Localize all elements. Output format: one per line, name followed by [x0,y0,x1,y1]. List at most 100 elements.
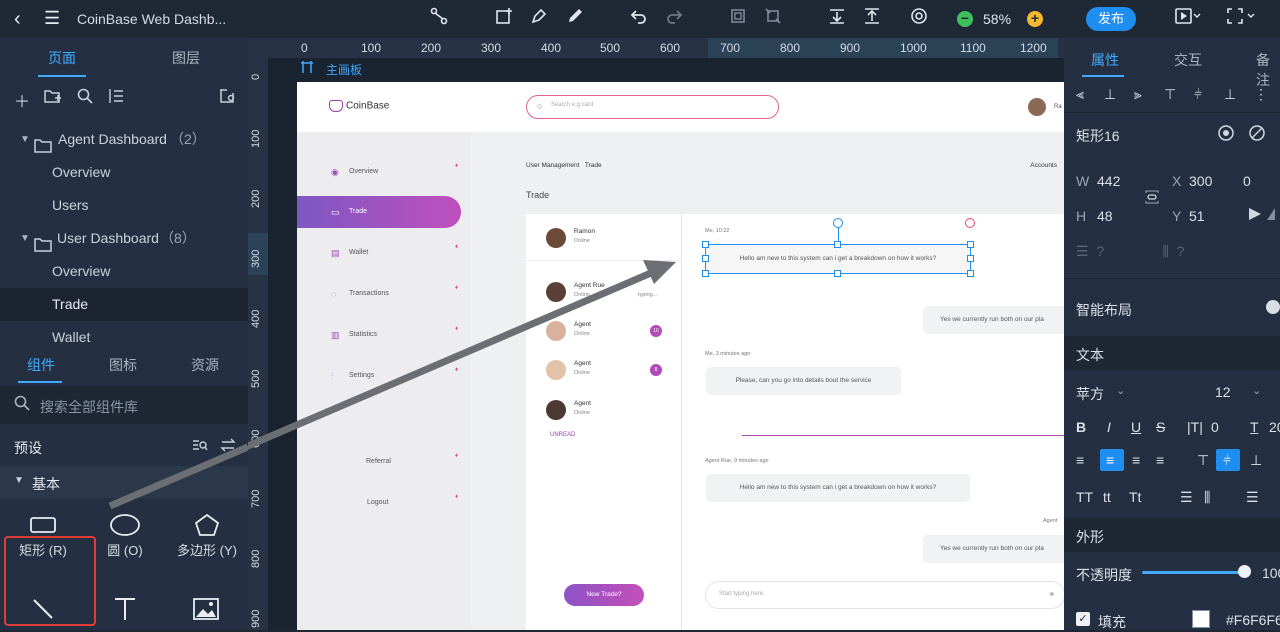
bold-button[interactable]: B [1076,419,1086,435]
constraint-icons: ☰ ? ⫼ ? [1076,243,1185,259]
chevron-down-icon[interactable]: ⌄ [1252,384,1261,397]
undo-icon[interactable] [628,7,650,30]
underline-button[interactable]: U [1131,419,1141,435]
paragraph-spacing-icon[interactable]: ⫼ [1204,489,1210,506]
divider [1064,112,1280,113]
lock-disable-icon[interactable] [1248,125,1266,144]
chevron-down-icon[interactable]: ⌄ [1116,384,1125,397]
lowercase-icon[interactable]: tt [1103,489,1111,505]
valign-top-icon[interactable]: ⊤ [1197,452,1209,469]
visibility-icon[interactable] [1217,125,1235,144]
publish-button[interactable]: 发布 [1086,7,1136,31]
width-label: W [1076,173,1090,189]
text-tool-icon[interactable] [112,596,138,627]
letter-spacing-value[interactable]: 0 [1211,419,1219,435]
align-top-icon[interactable] [861,7,883,30]
tree-page-overview[interactable]: Overview [0,156,248,189]
polygon-component[interactable]: 多边形 (Y) [166,506,248,559]
fullscreen-icon[interactable] [1226,7,1255,30]
height-value[interactable]: 48 [1097,208,1113,224]
line-height-value[interactable]: 20 [1269,419,1280,435]
rotation-value[interactable]: 0 [1243,173,1251,189]
text-align-right-icon[interactable]: ≡ [1132,452,1140,468]
fill-checkbox[interactable]: ✓ [1076,612,1090,626]
tab-pages[interactable]: 页面 [0,38,124,78]
tab-layers[interactable]: 图层 [124,38,248,78]
align-right-icon[interactable]: ⫸ [1134,86,1142,103]
tab-interaction[interactable]: 交互 [1174,50,1202,70]
fill-label: 填充 [1098,614,1126,630]
flip-icon[interactable] [1247,206,1277,225]
width-value[interactable]: 442 [1097,173,1120,189]
menu-icon[interactable]: ☰ [44,8,60,29]
image-icon[interactable] [193,598,219,625]
line-spacing-icon[interactable]: ☰ [1180,489,1193,506]
add-page-icon[interactable]: ＋ [14,88,30,112]
distribute-icon[interactable]: ⋮ [1254,86,1268,103]
ellipse-component[interactable]: 圆 (O) [84,506,166,559]
pen-tool-icon[interactable] [528,7,550,30]
add-frame-icon[interactable] [493,7,515,30]
opacity-slider-track[interactable] [1142,571,1244,574]
x-value[interactable]: 300 [1189,173,1212,189]
tree-folder-agent-dashboard[interactable]: ▼ Agent Dashboard （2） [0,123,248,156]
pencil-tool-icon[interactable] [564,7,586,30]
crop-icon[interactable] [727,7,749,30]
sort-icon[interactable] [107,88,125,109]
chevron-down-icon[interactable]: ▼ [20,222,30,255]
opacity-slider-knob[interactable] [1238,565,1251,578]
search-icon [14,395,30,416]
canvas-area[interactable]: 0 100 200 300 400 500 600 700 800 900 10… [248,38,1064,630]
link-ratio-icon[interactable] [1144,190,1160,207]
strikethrough-button[interactable]: S [1156,419,1165,435]
align-middle-icon[interactable]: ⫩ [1194,86,1202,103]
valign-bottom-icon[interactable]: ⊥ [1250,452,1262,469]
line-icon[interactable] [30,596,56,627]
font-size-select[interactable]: 12 [1215,384,1231,400]
tree-folder-user-dashboard[interactable]: ▼ User Dashboard （8） [0,222,248,255]
align-left-icon[interactable]: ⫷ [1076,86,1084,103]
tree-folder-label: Agent Dashboard [58,131,167,147]
text-align-justify-icon[interactable]: ≡ [1156,452,1164,468]
smart-layout-toggle[interactable] [1266,300,1280,314]
tree-page-label: Trade [52,296,89,312]
page-settings-icon[interactable] [219,88,237,109]
zoom-in-button[interactable]: + [1027,11,1043,27]
text-align-center-icon[interactable]: ≡ [1106,452,1114,468]
play-preview-icon[interactable] [1175,7,1201,30]
list-icon[interactable]: ☰ [1246,489,1259,506]
y-label: Y [1172,208,1182,224]
fill-color-value[interactable]: #F6F6F6 [1226,612,1280,628]
capitalize-icon[interactable]: Tt [1129,489,1141,505]
text-align-left-icon[interactable]: ≡ [1076,452,1084,468]
page-layer-tabs: 页面 图层 [0,38,248,78]
fill-color-swatch[interactable] [1192,610,1210,628]
tree-page-label: Users [52,197,89,213]
tab-properties[interactable]: 属性 [1091,50,1119,70]
y-value[interactable]: 51 [1189,208,1205,224]
redo-icon[interactable] [663,7,685,30]
align-bottom-icon[interactable]: ⊥ [1224,86,1236,103]
preview-target-icon[interactable] [908,7,930,30]
active-tab-indicator [38,75,86,77]
italic-button[interactable]: I [1107,419,1111,435]
polygon-label: 多边形 (Y) [177,543,237,558]
align-center-h-icon[interactable]: ⊥ [1104,86,1116,103]
transform-icon[interactable] [762,7,784,30]
align-top-icon[interactable]: ⊤ [1164,86,1176,103]
align-bottom-icon[interactable] [826,7,848,30]
search-pages-icon[interactable] [77,88,93,109]
add-folder-icon[interactable] [44,88,62,109]
tree-page-users[interactable]: Users [0,189,248,222]
uppercase-icon[interactable]: TT [1076,489,1093,505]
zoom-level[interactable]: 58% [983,11,1011,27]
tab-components[interactable]: 组件 [0,346,82,384]
back-icon[interactable]: ‹ [14,8,21,31]
font-family-select[interactable]: 苹方 [1076,384,1104,404]
shape-name[interactable]: 矩形16 [1076,126,1120,146]
path-tool-icon[interactable] [428,7,450,30]
chevron-down-icon[interactable]: ▼ [20,123,30,156]
valign-middle-icon[interactable]: ⫩ [1223,452,1231,469]
zoom-out-button[interactable]: − [957,11,973,27]
opacity-value[interactable]: 100 [1262,565,1280,581]
